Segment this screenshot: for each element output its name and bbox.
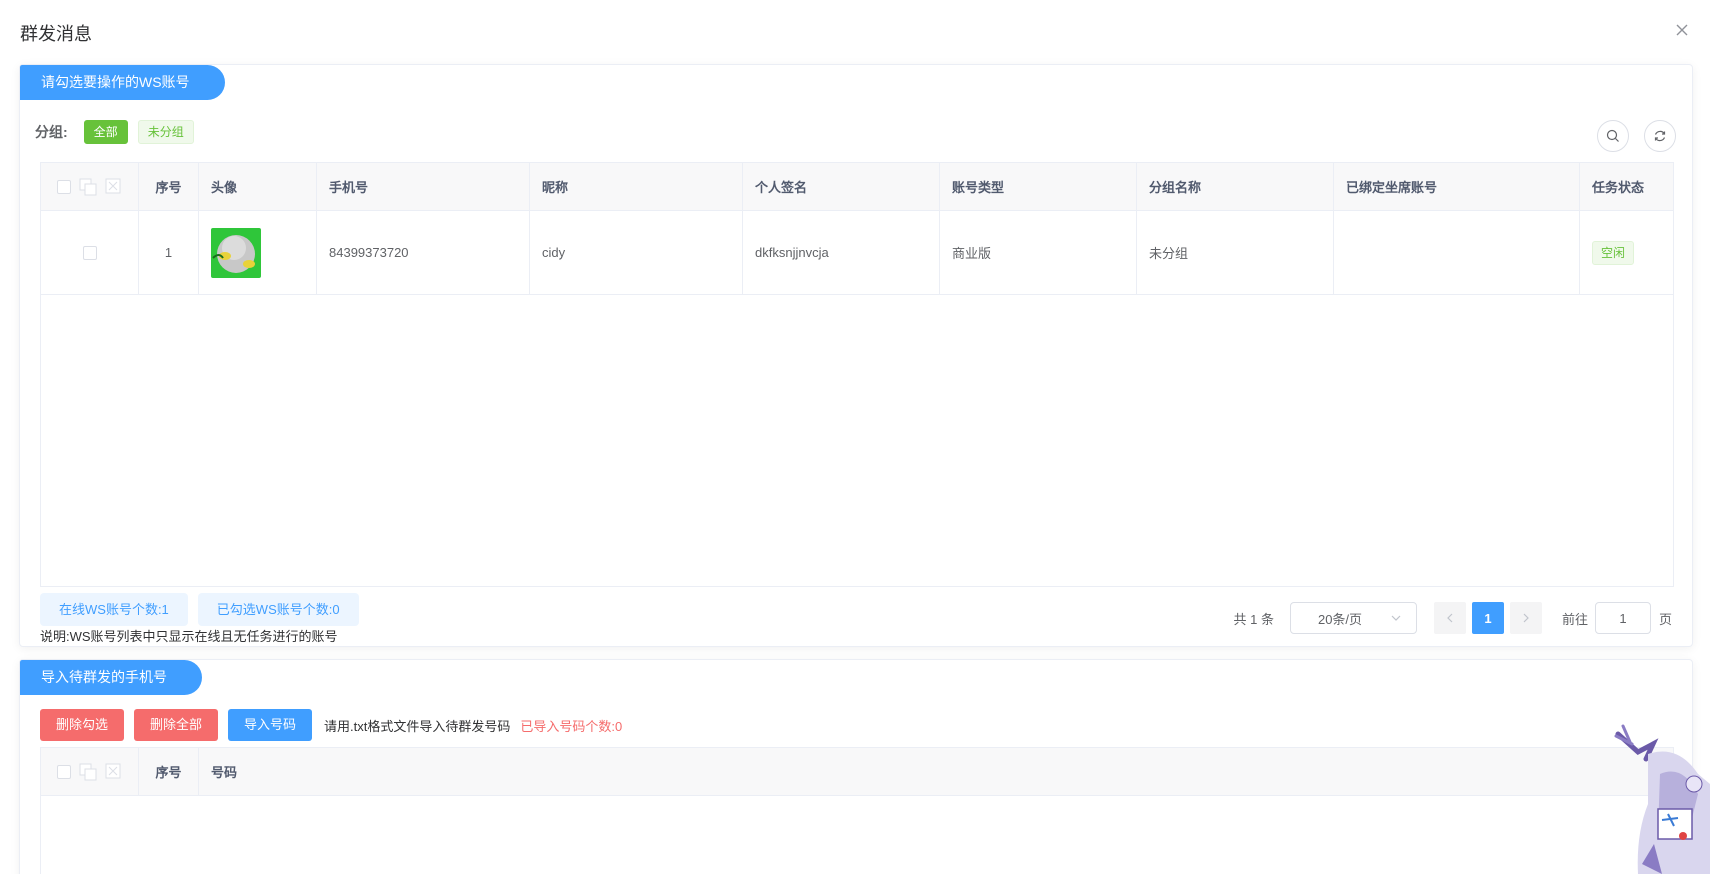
import-actions: 删除勾选 删除全部 导入号码 请用.txt格式文件导入待群发号码 已导入号码个数…: [40, 709, 622, 741]
table-row: 1 84399373720 cidy dkfksnjjnvcja 商业版 未分组…: [41, 211, 1673, 295]
mascot-illustration: [1598, 714, 1710, 874]
delete-all-button[interactable]: 删除全部: [134, 709, 219, 741]
import-section-header: 导入待群发的手机号: [20, 660, 202, 695]
select-all-checkbox[interactable]: [56, 764, 71, 779]
number-table-header: 序号 号码: [41, 748, 1673, 796]
goto-label: 前往: [1561, 611, 1588, 627]
select-all-checkbox[interactable]: [56, 179, 71, 194]
group-tag-all[interactable]: 全部: [83, 120, 128, 144]
close-icon[interactable]: [1674, 22, 1690, 38]
col-nickname: 昵称: [530, 163, 743, 210]
row-checkbox[interactable]: [82, 245, 97, 260]
row-phone: 84399373720: [317, 211, 530, 294]
page-number-current[interactable]: 1: [1471, 602, 1504, 634]
col-index: 序号: [139, 163, 199, 210]
account-stats: 在线WS账号个数:1 已勾选WS账号个数:0: [40, 593, 359, 626]
row-group: 未分组: [1137, 211, 1334, 294]
chevron-down-icon: [1391, 615, 1401, 621]
row-bound-seat: [1334, 211, 1580, 294]
col-group: 分组名称: [1137, 163, 1334, 210]
import-numbers-button[interactable]: 导入号码: [228, 709, 313, 741]
account-table: 序号 头像 手机号 昵称 个人签名 账号类型 分组名称 已绑定坐席账号 任务状态…: [40, 162, 1674, 587]
goto-page-input[interactable]: [1594, 602, 1651, 634]
select-all-cell: [41, 163, 139, 210]
account-section-header: 请勾选要操作的WS账号: [20, 65, 225, 100]
search-button[interactable]: [1597, 120, 1629, 152]
prev-page-button[interactable]: [1433, 602, 1466, 634]
imported-count: 已导入号码个数:0: [520, 718, 623, 734]
row-signature: dkfksnjjnvcja: [743, 211, 940, 294]
group-label: 分组:: [35, 124, 68, 140]
col-phone: 手机号: [317, 163, 530, 210]
col-status: 任务状态: [1592, 180, 1645, 195]
col-avatar: 头像: [199, 163, 317, 210]
col-index: 序号: [139, 748, 199, 795]
import-hint: 请用.txt格式文件导入待群发号码: [324, 718, 511, 734]
group-tag-ungrouped[interactable]: 未分组: [137, 120, 194, 144]
col-signature: 个人签名: [743, 163, 940, 210]
online-count-badge: 在线WS账号个数:1: [40, 593, 188, 626]
select-all-cell: [41, 748, 139, 795]
chevron-left-icon: [1447, 613, 1453, 623]
row-nickname: cidy: [530, 211, 743, 294]
clear-selection-icon[interactable]: [105, 178, 123, 196]
pagination: 共 1 条 20条/页 1 前往 页: [1233, 602, 1672, 634]
col-number: 号码: [211, 765, 238, 780]
col-bound-seat: 已绑定坐席账号: [1334, 163, 1580, 210]
avatar: [211, 227, 261, 278]
refresh-button[interactable]: [1644, 120, 1676, 152]
row-account-type: 商业版: [940, 211, 1137, 294]
import-card: 导入待群发的手机号 删除勾选 删除全部 导入号码 请用.txt格式文件导入待群发…: [19, 659, 1693, 874]
pagination-total: 共 1 条: [1233, 611, 1274, 627]
account-card: 请勾选要操作的WS账号 分组: 全部 未分组 序号 头像 手机号 昵称 个人签名…: [19, 64, 1693, 647]
group-filter: 分组: 全部 未分组: [35, 119, 204, 145]
status-badge: 空闲: [1592, 240, 1635, 265]
page-size-value: 20条/页: [1317, 611, 1363, 627]
number-table: 序号 号码: [40, 747, 1674, 874]
select-page-icon[interactable]: [79, 178, 97, 196]
select-page-icon[interactable]: [79, 763, 97, 781]
next-page-button[interactable]: [1509, 602, 1542, 634]
col-account-type: 账号类型: [940, 163, 1137, 210]
delete-selected-button[interactable]: 删除勾选: [40, 709, 125, 741]
goto-suffix: 页: [1658, 611, 1672, 627]
account-note: 说明:WS账号列表中只显示在线且无任务进行的账号: [40, 629, 338, 644]
clear-selection-icon[interactable]: [105, 763, 123, 781]
row-index: 1: [139, 211, 199, 294]
search-icon: [1606, 129, 1619, 142]
refresh-icon: [1654, 130, 1666, 142]
selected-count-badge: 已勾选WS账号个数:0: [197, 593, 359, 626]
chevron-right-icon: [1523, 613, 1529, 623]
dialog-title: 群发消息: [20, 24, 92, 44]
account-table-header: 序号 头像 手机号 昵称 个人签名 账号类型 分组名称 已绑定坐席账号 任务状态: [41, 163, 1673, 211]
page-size-select[interactable]: 20条/页: [1289, 602, 1417, 634]
